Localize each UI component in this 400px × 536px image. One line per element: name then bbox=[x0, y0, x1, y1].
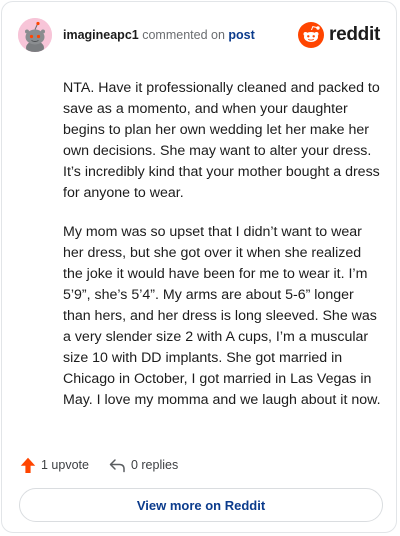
reply-count: 0 replies bbox=[130, 458, 179, 472]
reply-arrow-icon bbox=[109, 458, 125, 472]
snoo-avatar-icon bbox=[18, 18, 52, 52]
comment-actions: 1 upvote 0 replies bbox=[20, 455, 178, 475]
reddit-wordmark: reddit bbox=[329, 24, 380, 45]
upvote-button[interactable]: 1 upvote bbox=[20, 457, 89, 474]
comment-header: imagineapc1 commented on post reddit bbox=[2, 2, 396, 66]
author-line: imagineapc1 commented on post bbox=[63, 27, 255, 43]
user-avatar[interactable] bbox=[18, 18, 52, 52]
upvote-count: 1 upvote bbox=[41, 458, 89, 472]
author-name[interactable]: imagineapc1 bbox=[63, 28, 139, 42]
view-more-button[interactable]: View more on Reddit bbox=[19, 488, 383, 522]
replies-button[interactable]: 0 replies bbox=[109, 458, 178, 473]
comment-paragraph: NTA. Have it professionally cleaned and … bbox=[63, 80, 380, 202]
comment-card: imagineapc1 commented on post reddit NTA… bbox=[1, 1, 397, 533]
reddit-logo-icon bbox=[298, 22, 325, 48]
comment-paragraph: My mom was so upset that I didn’t want t… bbox=[63, 223, 381, 409]
upvote-arrow-icon bbox=[20, 457, 36, 473]
comment-action-text: commented on bbox=[142, 28, 225, 42]
reddit-brand[interactable]: reddit bbox=[298, 22, 380, 48]
post-link[interactable]: post bbox=[228, 28, 254, 42]
comment-body: NTA. Have it professionally cleaned and … bbox=[63, 78, 383, 428]
